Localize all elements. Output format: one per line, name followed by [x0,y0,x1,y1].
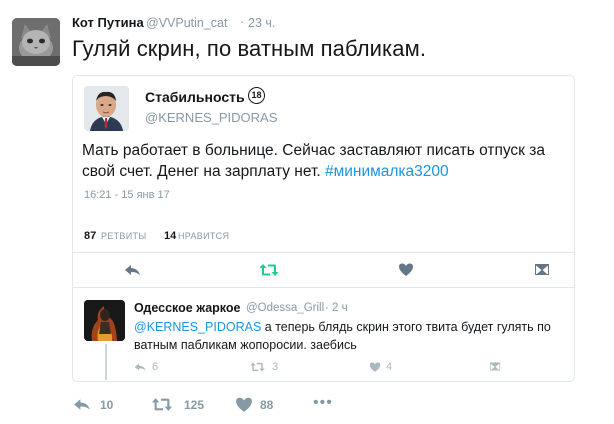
like-count[interactable]: 4 [386,361,392,373]
outer-tweet-text: Гуляй скрин, по ватным пабликам. [72,36,427,61]
fire-avatar-icon [84,300,125,341]
divider [73,252,574,253]
quoted-timestamp[interactable]: 16:21 - 15 янв 17 [84,189,170,201]
reply-count[interactable]: 6 [152,361,158,373]
hashtag-link[interactable]: #минималка3200 [325,163,449,180]
outer-timestamp[interactable]: 23 ч. [248,16,275,30]
retweet-icon[interactable] [250,361,265,373]
quoted-author-handle[interactable]: @KERNES_PIDORAS [145,110,277,125]
retweets-count[interactable]: 87 [84,230,96,242]
retweet-icon[interactable] [151,396,173,413]
heart-icon[interactable] [398,262,414,277]
cat-avatar-icon [12,18,60,66]
quoted-text-body: Мать работает в больнице. Сейчас заставл… [82,142,546,180]
thread-line [105,344,107,380]
more-icon[interactable]: ••• [313,394,333,412]
likes-count[interactable]: 14 [164,230,176,242]
retweets-label[interactable]: РЕТВИТЫ [101,231,147,241]
outer-author-name[interactable]: Кот Путина [72,15,144,30]
like-count[interactable]: 88 [260,398,273,412]
envelope-icon[interactable] [489,361,501,372]
heart-icon[interactable] [235,396,253,413]
outer-avatar[interactable] [12,18,60,66]
age-18-badge: 18 [248,87,265,104]
quoted-author-name[interactable]: Стабильность [145,89,245,105]
quoted-tweet-text: Мать работает в больнице. Сейчас заставл… [82,140,570,182]
reply-icon[interactable] [124,262,142,278]
retweet-count[interactable]: 125 [184,398,204,412]
envelope-icon[interactable] [534,262,550,277]
mention-link[interactable]: @KERNES_PIDORAS [134,320,261,334]
reply-avatar[interactable] [84,300,125,341]
separator-dot: · [240,15,245,29]
reply-timestamp[interactable]: · 2 ч [325,302,348,314]
divider [73,287,574,288]
quoted-avatar[interactable] [84,86,129,131]
reply-text: @KERNES_PIDORAS а теперь блядь скрин это… [134,318,564,354]
reply-icon[interactable] [134,361,147,373]
reply-count[interactable]: 10 [100,398,113,412]
outer-author-handle[interactable]: @VVPutin_cat [146,16,227,30]
heart-icon[interactable] [369,361,381,373]
retweet-count[interactable]: 3 [272,361,278,373]
reply-author-handle[interactable]: @Odessa_Grill [246,302,324,314]
reply-icon[interactable] [73,396,92,413]
reply-author-name[interactable]: Одесское жаркое [134,301,240,315]
likes-label[interactable]: НРАВИТСЯ [178,231,229,241]
retweet-icon[interactable] [259,262,279,278]
man-portrait-icon [84,86,129,131]
